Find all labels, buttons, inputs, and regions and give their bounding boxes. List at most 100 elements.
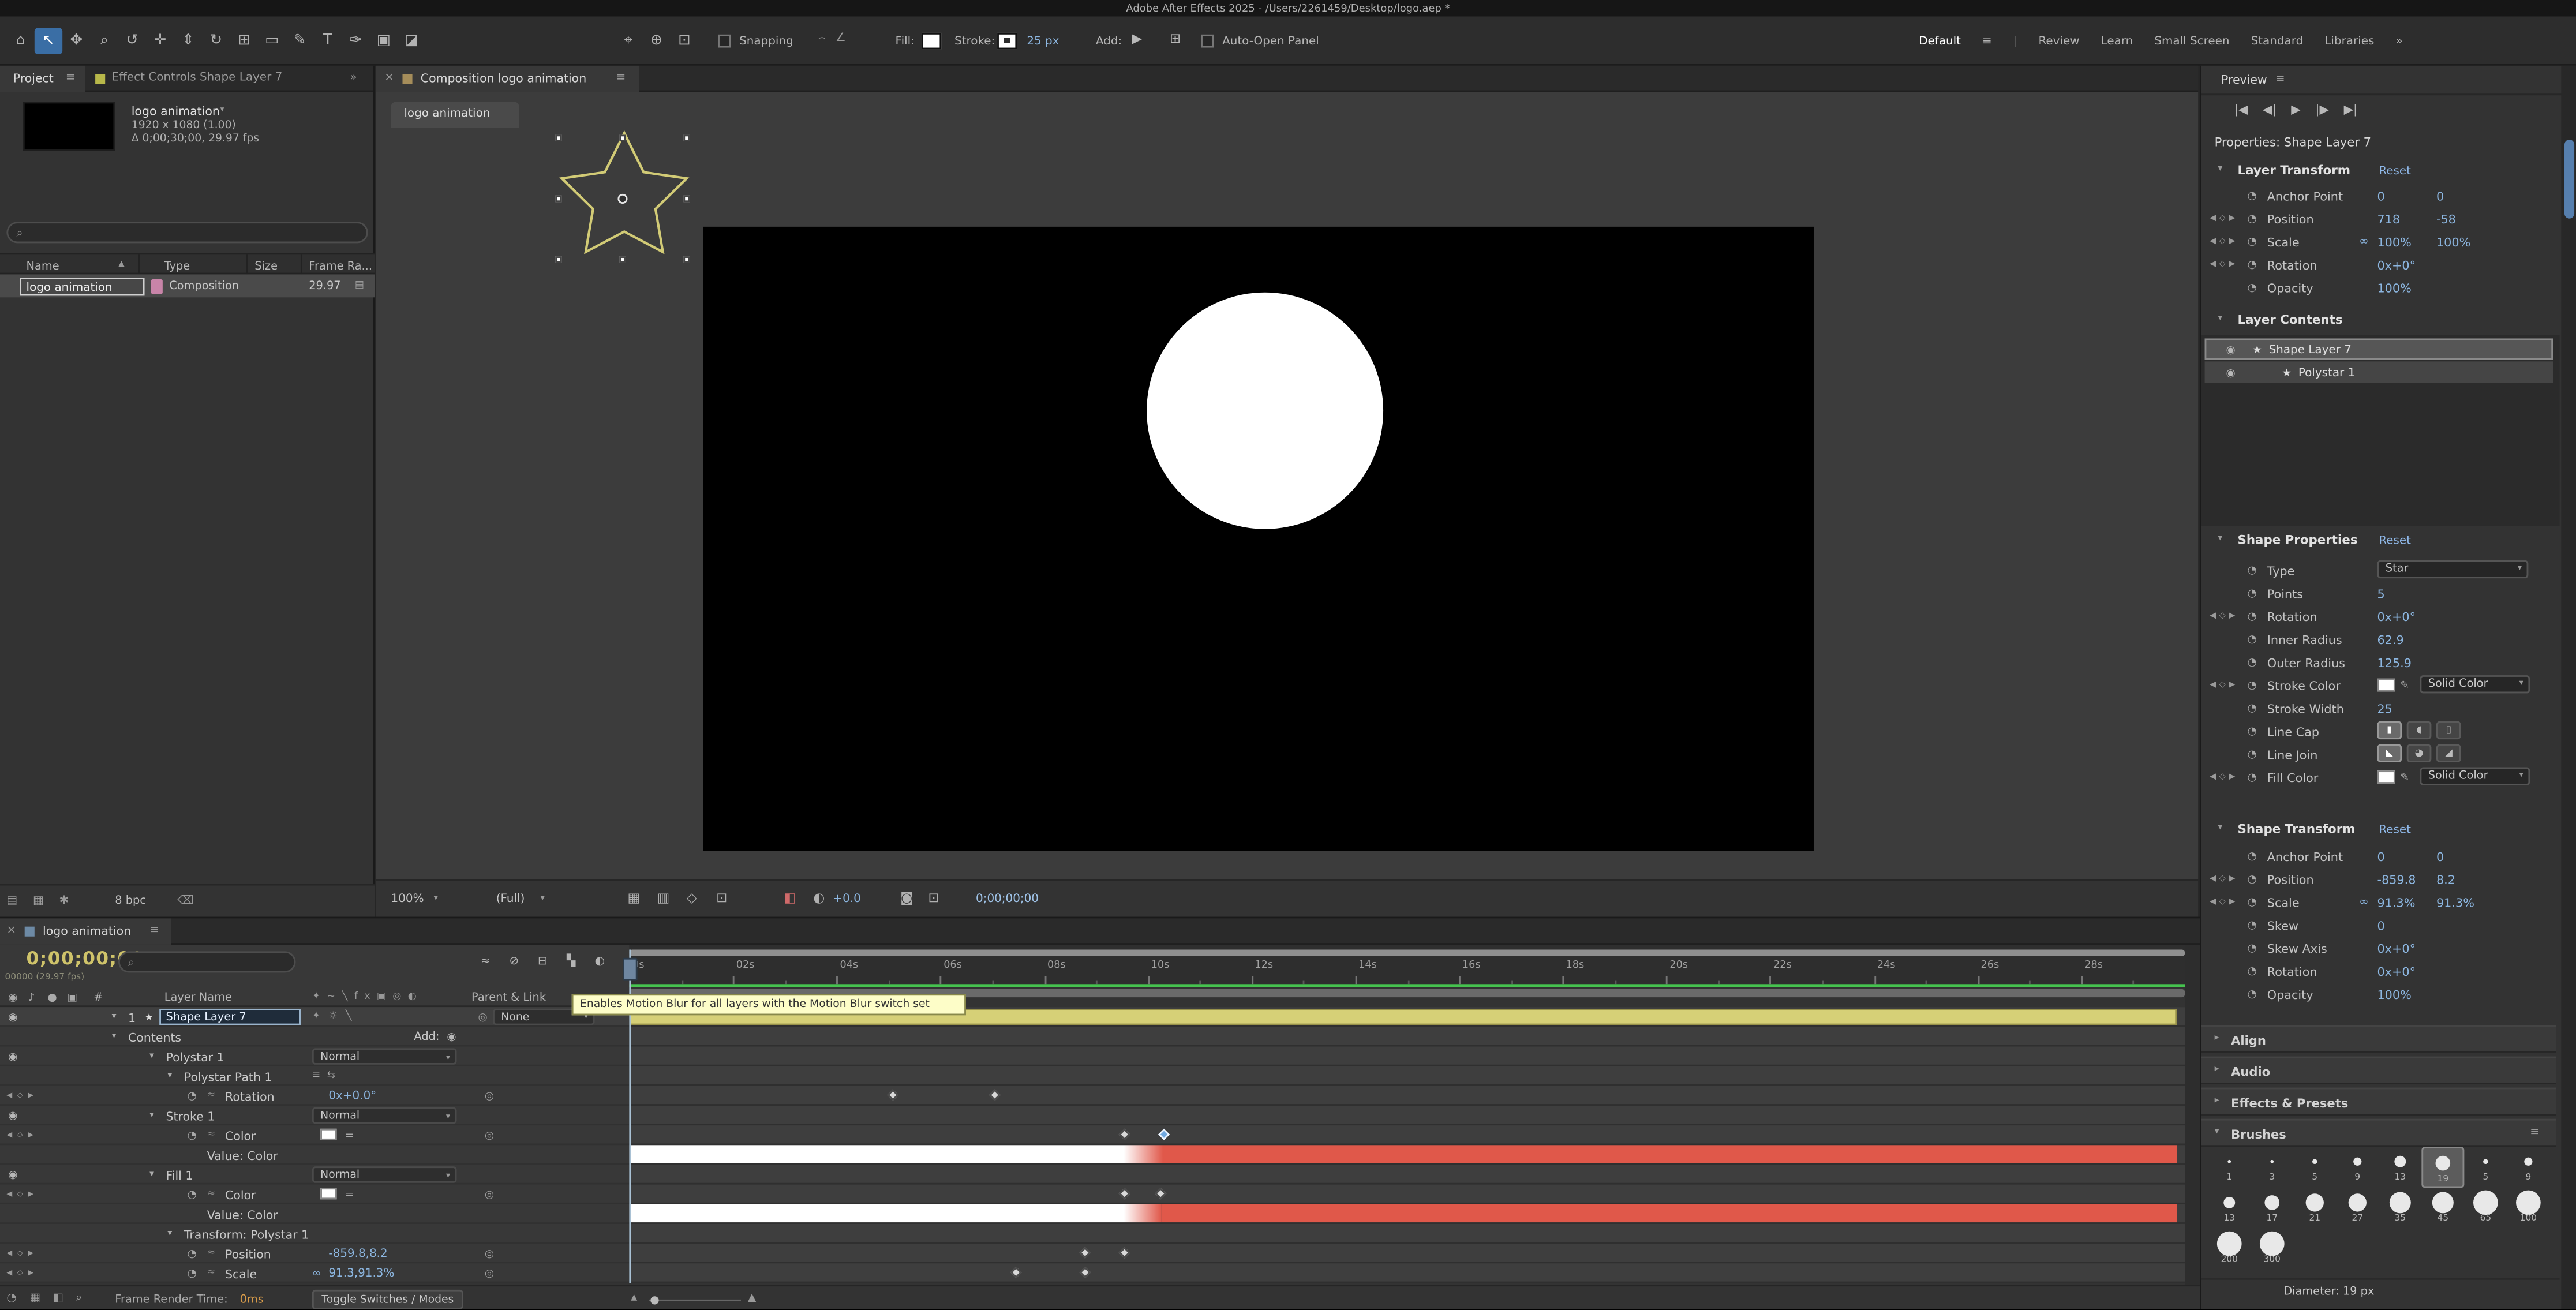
composition-timecode[interactable]: 0;00;00;00 bbox=[976, 892, 1039, 905]
layer-transform-row-anchor-point-value-2[interactable]: 0 bbox=[2436, 188, 2444, 203]
shape-transform-twirl-icon[interactable]: ▾ bbox=[2218, 823, 2222, 833]
timeline-zoom-slider-track[interactable] bbox=[649, 1300, 741, 1301]
stopwatch-icon[interactable]: ◔ bbox=[188, 1089, 197, 1102]
brush-size-3[interactable]: 3 bbox=[2251, 1147, 2293, 1188]
guides-icon[interactable]: ▥ bbox=[657, 890, 670, 905]
layer-transform-row-position-value-2[interactable]: -58 bbox=[2436, 211, 2456, 226]
miter-join-button[interactable]: ◣ bbox=[2377, 744, 2402, 762]
property-row-scale-12[interactable]: ◀◇▶◔≈Scale∞91.3,91.3%◎ bbox=[0, 1263, 629, 1283]
brush-diameter-label[interactable]: Diameter: 19 px bbox=[2283, 1285, 2374, 1298]
layer-transform-row-position-value-1[interactable]: 718 bbox=[2377, 211, 2400, 226]
stopwatch-icon[interactable]: ◔ bbox=[2248, 918, 2257, 931]
twirl-open-icon[interactable]: ▾ bbox=[112, 1011, 117, 1021]
project-footer-settings-icon[interactable]: ✱ bbox=[59, 894, 69, 907]
keyframe-navigator[interactable]: ◀◇▶ bbox=[2210, 897, 2238, 907]
shape-transform-row-scale-value-1[interactable]: 91.3% bbox=[2377, 894, 2415, 909]
workspace-review[interactable]: Review bbox=[2038, 35, 2079, 48]
stopwatch-icon[interactable]: ◔ bbox=[188, 1267, 197, 1280]
current-time-indicator-handle[interactable] bbox=[623, 958, 638, 981]
brush-size-5[interactable]: 5 bbox=[2464, 1147, 2507, 1188]
property-pick-whip-icon[interactable]: ◎ bbox=[485, 1247, 494, 1260]
shape-properties-row-points-value-1[interactable]: 5 bbox=[2377, 586, 2384, 601]
tab-composition[interactable]: × Composition logo animation ≡ bbox=[376, 66, 639, 92]
brush-size-35[interactable]: 35 bbox=[2379, 1188, 2421, 1229]
layer-contents-item-shape-layer-7[interactable]: ◉★Shape Layer 7 bbox=[2205, 338, 2553, 360]
snapshot-icon[interactable]: ◙ bbox=[900, 890, 913, 905]
twirl-icon[interactable]: ▾ bbox=[167, 1228, 172, 1238]
eye-icon[interactable]: ◉ bbox=[8, 1050, 17, 1063]
bbox-handle-bottom-center[interactable] bbox=[619, 256, 626, 263]
project-panel-menu-icon[interactable]: ≡ bbox=[66, 70, 76, 84]
magnification-dropdown[interactable]: 100% bbox=[391, 892, 424, 905]
stopwatch-icon[interactable]: ◔ bbox=[2248, 212, 2257, 225]
graph-editor-toggle-icon[interactable]: ≈ bbox=[207, 1267, 215, 1278]
column-name[interactable]: Name bbox=[27, 259, 59, 272]
composition-tab-close-icon[interactable]: × bbox=[384, 70, 394, 84]
keyframe-navigator[interactable]: ◀◇▶ bbox=[6, 1131, 38, 1139]
project-footer-grid-icon[interactable]: ▦ bbox=[33, 894, 44, 907]
project-item-name[interactable]: logo animation bbox=[132, 103, 220, 118]
property-row-value-color-6[interactable]: Value: Color bbox=[0, 1145, 629, 1165]
keyframe-navigator[interactable]: ◀◇▶ bbox=[6, 1191, 38, 1199]
keyframe-navigator[interactable]: ◀◇▶ bbox=[2210, 611, 2238, 621]
color-swatch[interactable] bbox=[320, 1129, 336, 1140]
stopwatch-icon[interactable]: ◔ bbox=[2248, 849, 2257, 863]
keyframe-navigator[interactable]: ◀◇▶ bbox=[6, 1269, 38, 1277]
footer-channels-icon[interactable]: ◧ bbox=[53, 1292, 63, 1305]
stopwatch-icon[interactable]: ◔ bbox=[2248, 632, 2257, 646]
link-icon[interactable]: ∞ bbox=[2359, 894, 2369, 908]
motion-blur-icon[interactable]: ◐ bbox=[587, 951, 612, 972]
workspace-overflow-icon[interactable]: » bbox=[2395, 35, 2402, 48]
property-value[interactable]: 91.3,91.3% bbox=[328, 1267, 394, 1280]
stroke-color-dropdown[interactable]: Solid Color▾ bbox=[2420, 675, 2530, 693]
time-navigator-bar[interactable] bbox=[629, 950, 2185, 956]
blend-mode-dropdown[interactable]: Normal▾ bbox=[312, 1048, 457, 1064]
layer-switches[interactable]: ✦☼╲ bbox=[312, 1010, 360, 1022]
axis-view[interactable]: ⊡ bbox=[671, 28, 698, 54]
solo-column-icon[interactable]: ● bbox=[48, 991, 57, 1004]
anchor-point-marker[interactable] bbox=[617, 194, 627, 204]
shape-transform-row-skew-value-1[interactable]: 0 bbox=[2377, 918, 2384, 933]
bbox-handle-bottom-right[interactable] bbox=[683, 256, 690, 263]
mask-visibility-icon[interactable]: ◇ bbox=[687, 890, 697, 905]
brush-size-13[interactable]: 13 bbox=[2379, 1147, 2421, 1188]
bbox-handle-mid-left[interactable] bbox=[555, 196, 561, 202]
eyedropper-icon[interactable]: ✎ bbox=[2400, 678, 2409, 691]
brush-size-19[interactable]: 19 bbox=[2421, 1147, 2464, 1188]
stopwatch-icon[interactable]: ◔ bbox=[2248, 586, 2257, 600]
keyframe-navigator[interactable]: ◀◇▶ bbox=[2210, 260, 2238, 270]
blend-mode-dropdown[interactable]: Normal▾ bbox=[312, 1107, 457, 1124]
property-row-position-11[interactable]: ◀◇▶◔≈Position-859.8,8.2◎ bbox=[0, 1244, 629, 1263]
shape-properties-row-rotation-value-1[interactable]: 0x+0° bbox=[2377, 609, 2416, 624]
link-icon[interactable]: ∞ bbox=[2359, 234, 2369, 248]
fill-swatch[interactable] bbox=[922, 33, 941, 49]
frame-blending-icon[interactable]: ▚ bbox=[559, 951, 583, 972]
panel-header-effects-presets[interactable]: ▸Effects & Presets bbox=[2201, 1088, 2556, 1116]
pan-camera-tool[interactable]: ✛ bbox=[146, 28, 174, 54]
brush-size-17[interactable]: 17 bbox=[2251, 1188, 2293, 1229]
link-icon[interactable]: ∞ bbox=[312, 1267, 321, 1280]
axis-world[interactable]: ⊕ bbox=[642, 28, 670, 54]
pen-tool[interactable]: ✎ bbox=[286, 28, 313, 54]
audio-column-icon[interactable]: ♪ bbox=[28, 991, 35, 1004]
layer-transform-twirl-icon[interactable]: ▾ bbox=[2218, 164, 2222, 174]
snapping-options[interactable]: ⌢∠ bbox=[818, 31, 856, 46]
property-row-stroke-1-4[interactable]: ◉▾Stroke 1Normal▾ bbox=[0, 1106, 629, 1125]
round-join-button[interactable]: ◕ bbox=[2407, 744, 2432, 762]
workspace-libraries[interactable]: Libraries bbox=[2324, 35, 2374, 48]
project-tab-overflow-icon[interactable]: » bbox=[350, 70, 357, 84]
eye-icon[interactable]: ◉ bbox=[8, 1109, 17, 1122]
trash-icon[interactable]: ⌫ bbox=[177, 894, 193, 907]
expression-icon[interactable]: = bbox=[345, 1128, 354, 1141]
property-row-value-color-9[interactable]: Value: Color bbox=[0, 1204, 629, 1224]
bbox-handle-top-right[interactable] bbox=[683, 134, 690, 141]
blend-mode-dropdown[interactable]: Normal▾ bbox=[312, 1166, 457, 1182]
project-footer-panel-icon[interactable]: ▤ bbox=[6, 894, 17, 907]
add-insert-icon[interactable]: ⊞ bbox=[1170, 31, 1181, 46]
stopwatch-icon[interactable]: ◔ bbox=[2248, 702, 2257, 715]
footer-render-icon[interactable]: ◔ bbox=[6, 1292, 16, 1305]
twirl-icon[interactable]: ▾ bbox=[149, 1051, 154, 1061]
footer-search-icon[interactable]: ⌕ bbox=[76, 1292, 82, 1307]
butt-cap-button[interactable]: ▮ bbox=[2377, 721, 2402, 739]
stopwatch-icon[interactable]: ◔ bbox=[2248, 656, 2257, 669]
